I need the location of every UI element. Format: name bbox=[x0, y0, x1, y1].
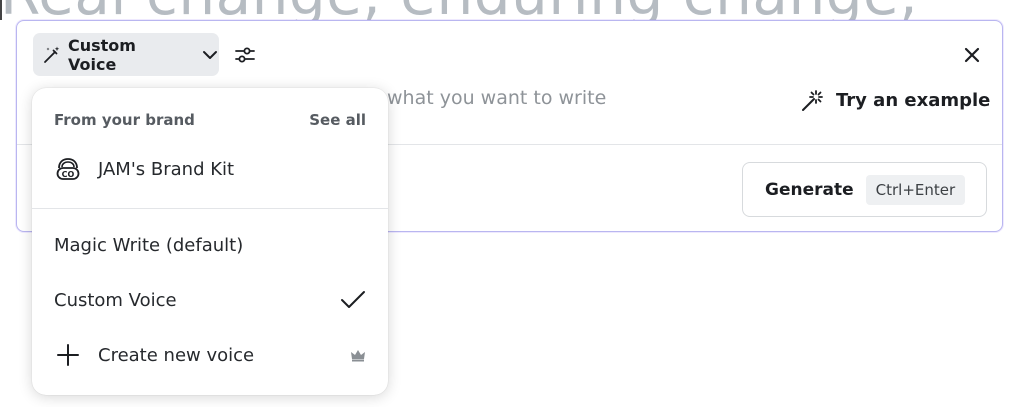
sliders-icon[interactable] bbox=[233, 43, 257, 67]
menu-item-magic-write[interactable]: Magic Write (default) bbox=[32, 221, 388, 269]
see-all-link[interactable]: See all bbox=[309, 111, 366, 129]
magic-wand-icon bbox=[41, 44, 63, 66]
text-caret bbox=[0, 0, 2, 20]
try-example-label: Try an example bbox=[836, 89, 991, 111]
option-label: Custom Voice bbox=[54, 289, 177, 311]
chevron-down-icon bbox=[201, 46, 219, 64]
brand-kit-icon: CO bbox=[54, 155, 82, 183]
option-label: Magic Write (default) bbox=[54, 234, 244, 256]
sparkle-wand-icon bbox=[800, 87, 826, 113]
close-icon[interactable] bbox=[961, 44, 983, 66]
create-voice-label: Create new voice bbox=[98, 344, 255, 366]
brand-kit-label: JAM's Brand Kit bbox=[98, 158, 235, 180]
menu-item-brand-kit[interactable]: CO JAM's Brand Kit bbox=[32, 145, 388, 193]
generate-label: Generate bbox=[765, 179, 854, 200]
generate-button[interactable]: Generate Ctrl+Enter bbox=[742, 162, 987, 217]
try-example-button[interactable]: Try an example bbox=[800, 85, 990, 115]
prompt-input-placeholder[interactable]: what you want to write bbox=[387, 87, 606, 109]
keyboard-shortcut-badge: Ctrl+Enter bbox=[865, 174, 966, 205]
menu-item-custom-voice[interactable]: Custom Voice bbox=[32, 276, 388, 324]
voice-selector-label: Custom Voice bbox=[68, 35, 136, 74]
voice-dropdown-menu: From your brand See all CO JAM's Brand K… bbox=[32, 88, 388, 395]
section-title-brand: From your brand bbox=[54, 111, 195, 129]
dropdown-divider bbox=[32, 208, 388, 209]
crown-icon bbox=[350, 348, 366, 362]
svg-text:CO: CO bbox=[62, 170, 75, 179]
checkmark-icon bbox=[340, 290, 366, 310]
voice-selector-button[interactable]: Custom Voice bbox=[33, 33, 219, 76]
plus-icon bbox=[54, 341, 82, 369]
menu-item-create-voice[interactable]: Create new voice bbox=[32, 331, 388, 379]
